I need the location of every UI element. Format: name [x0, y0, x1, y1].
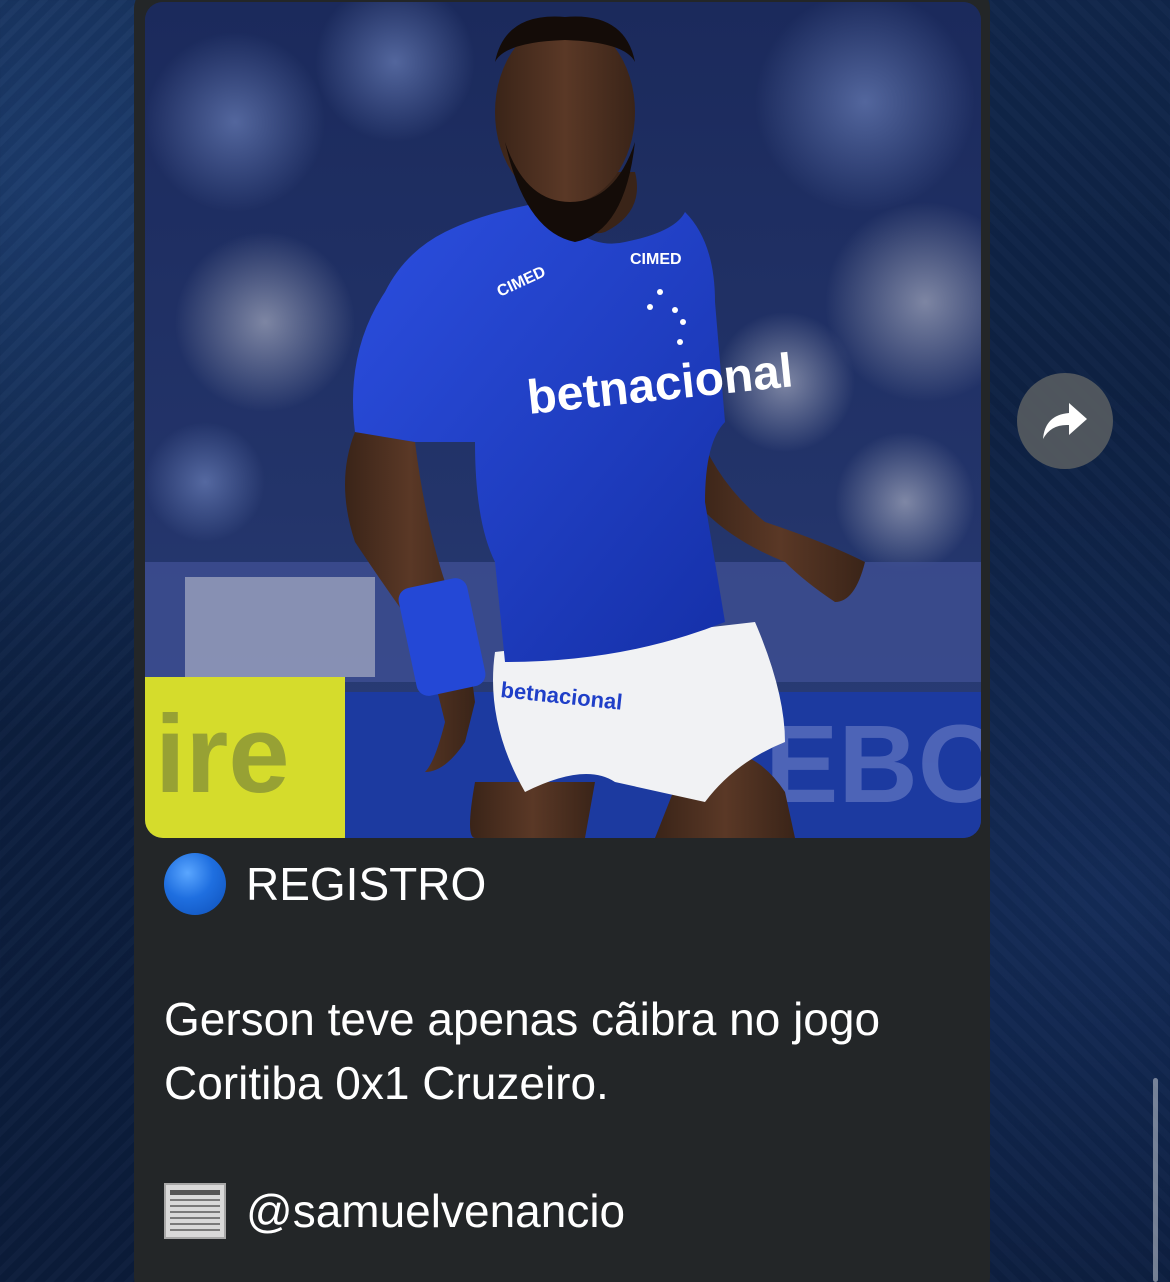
caption-title-line: REGISTRO [164, 853, 964, 915]
svg-text:EBO: EBO [765, 703, 981, 826]
message-caption: REGISTRO Gerson teve apenas cãibra no jo… [164, 853, 964, 1239]
blue-circle-icon [164, 853, 226, 915]
chest-sponsor-text: CIMED [630, 251, 682, 268]
forward-arrow-icon [1043, 403, 1087, 439]
chat-wallpaper-left [0, 0, 134, 1282]
player-photo-illustration: ire EBO betnacional betnacional CIMED CI… [145, 2, 981, 838]
svg-text:ire: ire [155, 693, 290, 816]
caption-body: Gerson teve apenas cãibra no jogo Coriti… [164, 993, 881, 1109]
forward-button[interactable] [1017, 373, 1113, 469]
source-handle[interactable]: @samuelvenancio [246, 1184, 625, 1238]
message-photo[interactable]: ire EBO betnacional betnacional CIMED CI… [145, 2, 981, 838]
chat-wallpaper-right [990, 0, 1170, 1282]
message-bubble[interactable]: ire EBO betnacional betnacional CIMED CI… [134, 0, 990, 1282]
caption-source-line: @samuelvenancio [164, 1183, 964, 1239]
newspaper-icon [164, 1183, 226, 1239]
caption-title: REGISTRO [246, 858, 487, 910]
scrollbar[interactable] [1153, 1078, 1158, 1282]
